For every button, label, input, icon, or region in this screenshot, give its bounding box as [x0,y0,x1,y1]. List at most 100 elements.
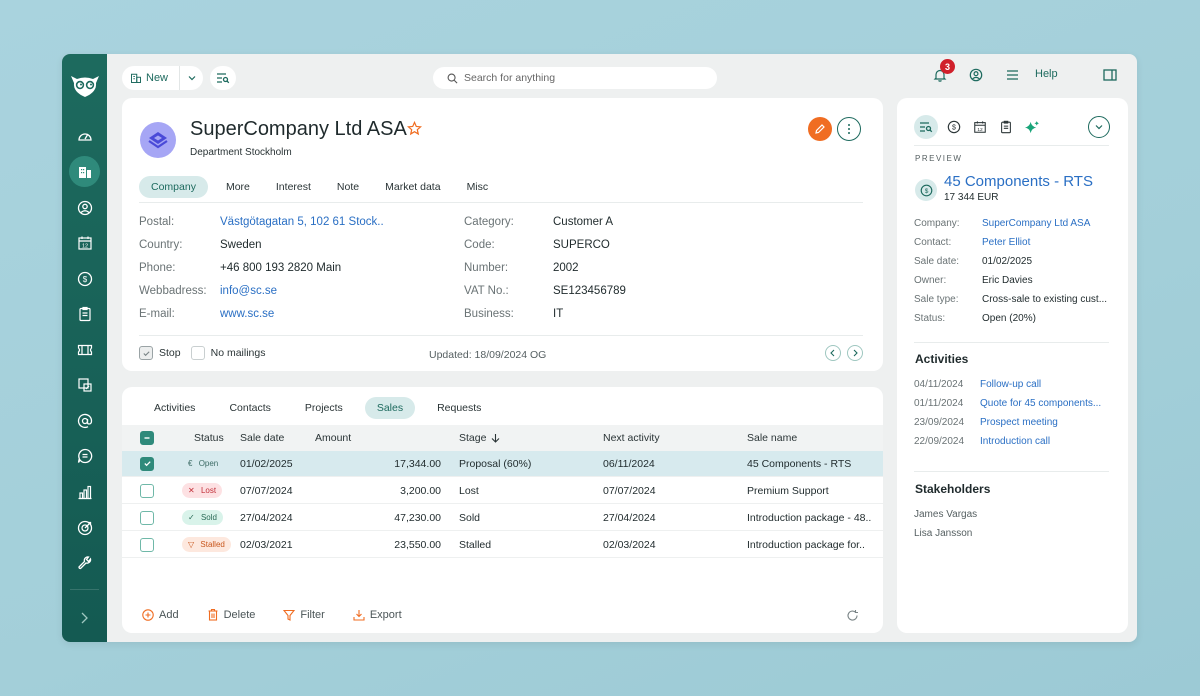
sidebar-item-chat[interactable] [69,440,100,471]
edit-button[interactable] [808,117,832,141]
table-row[interactable]: ✕ Lost 07/07/2024 3,200.00 Lost 07/07/20… [122,478,883,504]
related-tabs: Activities Contacts Projects Sales Reque… [142,397,493,419]
field-value: +46 800 193 2820 Main [220,262,342,274]
global-search [433,67,717,89]
activity-link[interactable]: Quote for 45 components... [980,398,1101,417]
row-checkbox[interactable] [140,456,154,471]
field-label: Business: [464,308,514,320]
tab-market-data[interactable]: Market data [373,176,452,198]
new-dropdown-button[interactable] [180,73,203,83]
more-options-button[interactable] [837,117,861,141]
row-checkbox[interactable] [140,537,154,552]
preview-sale-title[interactable]: 45 Components - RTS [944,173,1093,190]
add-button[interactable]: Add [142,608,179,621]
help-link[interactable]: Help [1035,68,1058,80]
download-icon [353,609,365,621]
column-header-sale-date[interactable]: Sale date [240,432,284,444]
sidebar-item-tickets[interactable] [69,334,100,365]
column-header-amount[interactable]: Amount [315,432,351,444]
field-value: SUPERCO [553,239,610,251]
collapse-preview-button[interactable] [1088,116,1110,138]
sidebar-item-settings[interactable] [69,547,100,578]
tab-interest[interactable]: Interest [264,176,323,198]
preview-tab-diary[interactable]: 12 [970,117,990,137]
more-vertical-icon [848,124,850,134]
preview-tab-ai[interactable] [1022,117,1042,137]
export-button[interactable]: Export [353,608,402,621]
target-icon [77,520,92,535]
preview-tab-projects[interactable] [996,117,1016,137]
stop-checkbox[interactable] [139,346,153,360]
webaddress-link[interactable]: info@sc.se [220,285,277,308]
new-button-label: New [146,72,169,84]
activity-link[interactable]: Prospect meeting [980,417,1058,436]
gauge-icon [77,132,92,141]
profile-button[interactable] [967,66,985,84]
column-header-status[interactable]: Status [194,432,224,444]
favorite-star-icon[interactable] [407,121,422,136]
tab-company[interactable]: Company [139,176,208,198]
expand-sidebar-chevron-icon[interactable] [76,610,92,626]
wrench-icon [77,555,91,569]
tab-contacts[interactable]: Contacts [217,397,282,419]
sidebar-item-projects[interactable] [69,298,100,329]
field-label: Webbadress: [139,285,207,297]
search-filter-button[interactable] [210,66,236,90]
tab-note[interactable]: Note [325,176,371,198]
column-header-next-activity[interactable]: Next activity [603,432,660,444]
sidebar-item-contacts[interactable] [69,192,100,223]
tab-projects[interactable]: Projects [293,397,355,419]
notifications-button[interactable]: 3 [931,59,955,84]
activity-link[interactable]: Follow-up call [980,379,1041,398]
row-checkbox[interactable] [140,483,154,498]
no-mailings-checkbox[interactable] [190,346,205,360]
field-category: Category: Customer A [464,216,626,239]
delete-button[interactable]: Delete [207,608,255,621]
contact-link[interactable]: Peter Elliot [982,237,1030,256]
refresh-icon[interactable] [846,609,859,622]
column-header-sale-name[interactable]: Sale name [747,432,797,444]
select-all-checkbox[interactable] [140,431,154,445]
main-menu-button[interactable] [1003,66,1021,84]
funnel-icon [283,609,296,621]
previous-record-button[interactable] [825,345,841,361]
filter-button[interactable]: Filter [283,608,325,621]
status-badge: ✕ Lost [182,483,223,498]
search-input[interactable] [464,72,704,84]
sidebar-item-reports[interactable] [69,476,100,507]
sidebar-item-sales[interactable]: $ [69,263,100,294]
field-label: Category: [464,216,514,228]
status-text: Open [198,459,219,468]
tab-activities[interactable]: Activities [142,397,207,419]
sale-name: Introduction package - 48.. [747,511,872,524]
new-button[interactable]: New [122,66,180,90]
postal-address-link[interactable]: Västgötagatan 5, 102 61 Stock.. [220,216,384,239]
company-link[interactable]: SuperCompany Ltd ASA [982,218,1090,237]
table-row[interactable]: ▽ Stalled 02/03/2021 23,550.00 Stalled 0… [122,532,883,558]
table-row[interactable]: ✓ Sold 27/04/2024 47,230.00 Sold 27/04/2… [122,505,883,531]
plus-circle-icon [142,608,154,621]
preview-tab-details[interactable] [914,115,938,139]
owl-logo-icon[interactable] [69,72,101,98]
table-row[interactable]: € Open 01/02/2025 17,344.00 Proposal (60… [122,451,883,477]
sidebar-item-targets[interactable] [69,512,100,543]
status-badge: ▽ Stalled [182,537,231,552]
sidebar-item-mail[interactable] [69,405,100,436]
sidebar-item-dashboard[interactable] [69,120,100,151]
next-activity: 06/11/2024 [603,457,655,470]
status-text: Stalled [200,540,225,549]
sidebar-item-company[interactable] [69,156,100,187]
activity-link[interactable]: Introduction call [980,436,1050,455]
next-record-button[interactable] [847,345,863,361]
tab-requests[interactable]: Requests [425,397,493,419]
tab-more[interactable]: More [214,176,262,198]
toggle-side-panel-button[interactable] [1101,66,1119,84]
sidebar-item-selections[interactable] [69,369,100,400]
preview-tab-sales[interactable]: $ [944,117,964,137]
tab-misc[interactable]: Misc [455,176,501,198]
sidebar-item-diary[interactable]: 12 [69,227,100,258]
email-link[interactable]: www.sc.se [220,308,274,331]
tab-sales[interactable]: Sales [364,397,416,419]
column-header-stage[interactable]: Stage [459,432,500,444]
row-checkbox[interactable] [140,510,154,525]
